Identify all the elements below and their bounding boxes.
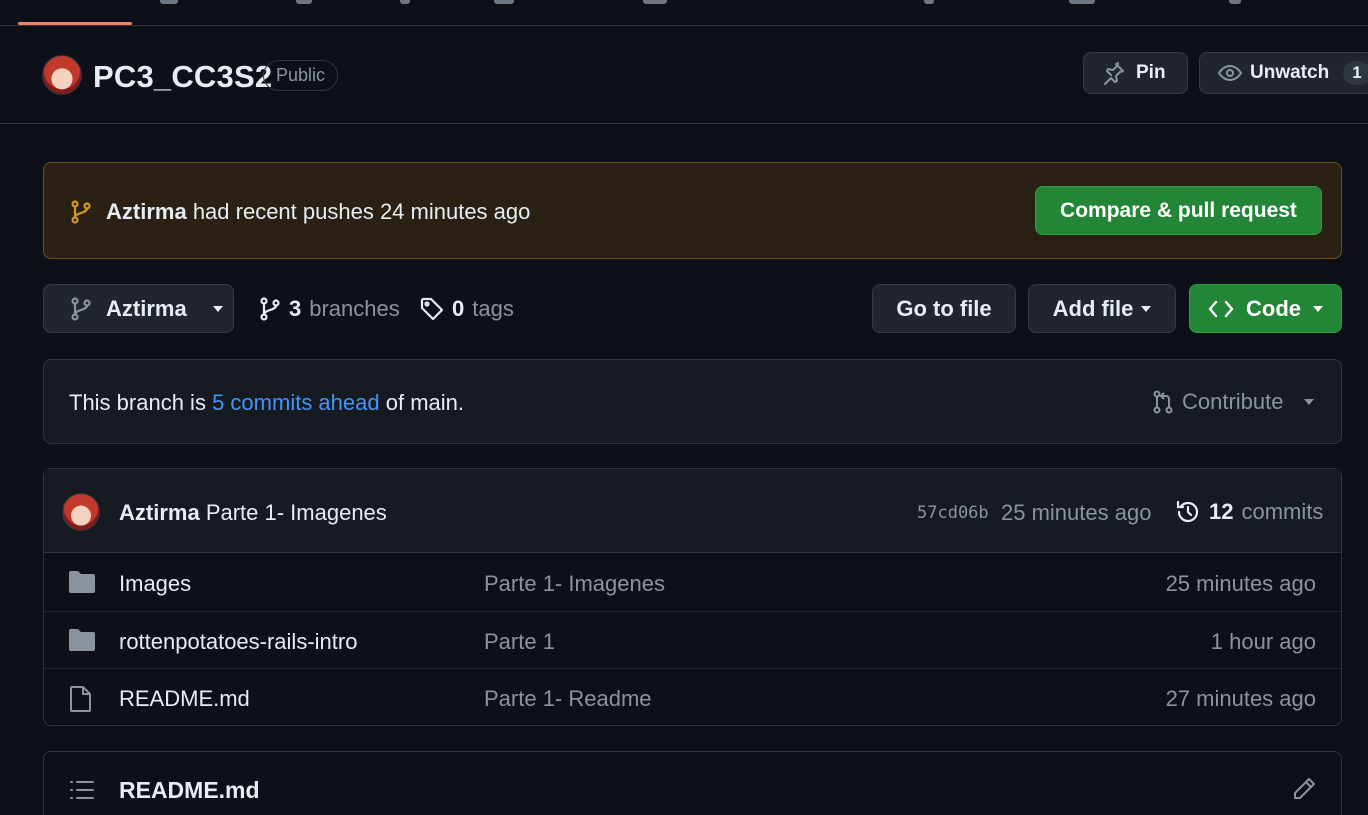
contribute-dropdown[interactable]: Contribute	[1152, 389, 1314, 415]
file-commit-message[interactable]: Parte 1- Imagenes	[484, 571, 665, 597]
latest-commit-message: Aztirma Parte 1- Imagenes	[119, 500, 387, 526]
pull-request-icon	[1152, 389, 1174, 415]
recent-push-text: Aztirma had recent pushes 24 minutes ago	[106, 199, 530, 225]
tab-actions[interactable]	[494, 0, 514, 4]
file-row[interactable]: rottenpotatoes-rails-intro Parte 1 1 hou…	[44, 611, 1341, 668]
repo-nav-tabs	[0, 0, 1368, 26]
branch-status-suffix: of main.	[385, 390, 464, 415]
branch-selector[interactable]: Aztirma	[43, 284, 234, 333]
add-file-button[interactable]: Add file	[1028, 284, 1176, 333]
folder-icon	[68, 628, 96, 652]
unwatch-button[interactable]: Unwatch 1	[1199, 52, 1368, 94]
chevron-down-icon	[1313, 305, 1323, 312]
tags-label: tags	[472, 296, 514, 321]
visibility-badge: Public	[263, 60, 339, 91]
owner-avatar[interactable]	[42, 55, 82, 95]
git-branch-icon	[259, 296, 281, 322]
repo-title[interactable]: PC3_CC3S2	[93, 59, 272, 95]
commits-ahead-link[interactable]: 5 commits ahead	[212, 390, 380, 415]
tab-security[interactable]	[924, 0, 934, 4]
add-file-label: Add file	[1052, 295, 1134, 321]
list-icon[interactable]	[70, 779, 94, 801]
tags-link[interactable]: 0 tags	[420, 296, 514, 322]
file-row[interactable]: Images Parte 1- Imagenes 25 minutes ago	[44, 554, 1341, 611]
branch-status-text: This branch is 5 commits ahead of main.	[69, 390, 464, 416]
file-name[interactable]: rottenpotatoes-rails-intro	[119, 629, 357, 655]
commit-count: 12	[1209, 499, 1234, 524]
chevron-down-icon	[212, 305, 223, 312]
pin-icon	[1102, 61, 1126, 85]
commit-time: 25 minutes ago	[1001, 500, 1152, 525]
file-age: 25 minutes ago	[1165, 571, 1316, 596]
tab-settings[interactable]	[1229, 0, 1241, 4]
commit-history-link[interactable]: 12 commits	[1175, 499, 1323, 525]
code-button[interactable]: Code	[1189, 284, 1342, 333]
contribute-label: Contribute	[1182, 389, 1284, 414]
pin-button[interactable]: Pin	[1083, 52, 1188, 94]
tag-icon	[420, 297, 444, 321]
branch-icon	[69, 199, 93, 225]
chevron-down-icon	[1141, 305, 1152, 312]
push-message: had recent pushes 24 minutes ago	[192, 199, 531, 224]
commit-title[interactable]: Parte 1- Imagenes	[206, 500, 387, 525]
branches-link[interactable]: 3 branches	[259, 296, 400, 322]
chevron-down-icon	[1303, 399, 1314, 405]
pin-label: Pin	[1136, 62, 1166, 83]
file-name[interactable]: Images	[119, 571, 191, 597]
commit-author[interactable]: Aztirma	[119, 500, 200, 525]
tab-projects[interactable]	[643, 0, 667, 4]
file-icon	[68, 685, 94, 713]
edit-pencil-icon[interactable]	[1292, 777, 1316, 801]
push-user[interactable]: Aztirma	[106, 199, 187, 224]
watch-counter: 1	[1343, 61, 1368, 85]
git-branch-icon	[70, 296, 92, 322]
compare-pull-request-button[interactable]: Compare & pull request	[1035, 186, 1322, 235]
tab-issues[interactable]	[160, 0, 178, 4]
readme-title[interactable]: README.md	[119, 777, 260, 804]
file-name[interactable]: README.md	[119, 686, 250, 712]
active-tab-indicator	[18, 22, 132, 25]
tags-count: 0	[452, 296, 465, 321]
unwatch-label: Unwatch	[1250, 62, 1330, 83]
branches-label: branches	[309, 296, 400, 321]
tab-discussions[interactable]	[400, 0, 410, 4]
file-age: 1 hour ago	[1210, 629, 1316, 654]
tab-insights[interactable]	[1069, 0, 1095, 4]
commit-count-label: commits	[1241, 499, 1324, 524]
code-icon	[1208, 298, 1234, 320]
code-label: Code	[1246, 295, 1301, 321]
current-branch-label: Aztirma	[106, 295, 187, 321]
file-commit-message[interactable]: Parte 1- Readme	[484, 686, 652, 712]
file-row[interactable]: README.md Parte 1- Readme 27 minutes ago	[44, 668, 1341, 725]
tab-pull-requests[interactable]	[296, 0, 312, 4]
eye-icon	[1218, 61, 1242, 85]
folder-icon	[68, 570, 96, 594]
file-age: 27 minutes ago	[1165, 686, 1316, 711]
go-to-file-button[interactable]: Go to file	[872, 284, 1016, 333]
branches-count: 3	[289, 296, 302, 321]
commit-author-avatar[interactable]	[62, 493, 100, 531]
commit-sha[interactable]: 57cd06b	[917, 503, 989, 523]
branch-status-prefix: This branch is	[69, 390, 206, 415]
file-commit-message[interactable]: Parte 1	[484, 629, 555, 655]
history-icon	[1175, 499, 1201, 525]
